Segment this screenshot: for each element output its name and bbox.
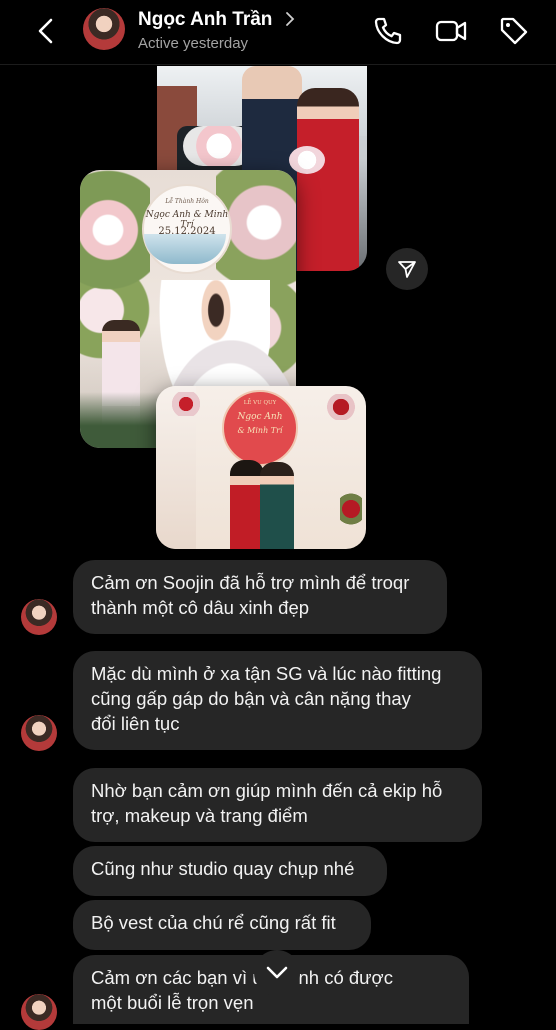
chevron-right-icon[interactable] [284,10,296,28]
phone-icon[interactable] [371,14,405,48]
message-bubble[interactable]: Cũng như studio quay chụp nhé [73,846,387,896]
message-bubble[interactable]: Cảm ơn Soojin đã hỗ trợ mình để troqr th… [73,560,447,634]
chat-header: Ngọc Anh Trần Active yesterday [0,0,556,65]
sender-avatar[interactable] [21,715,57,751]
message-bubble[interactable]: Bộ vest của chú rể cũng rất fit [73,900,371,950]
vu-quy-sign-line3: & Minh Trí [237,426,283,435]
tag-icon[interactable] [497,14,531,48]
share-button[interactable] [386,248,428,290]
wedding-photo-vu-quy[interactable]: LỄ VU QUY Ngọc Anh & Minh Trí [156,386,366,549]
ceremony-sign-line1: Lễ Thành Hôn [165,198,209,205]
contact-avatar[interactable] [83,8,125,50]
message-bubble[interactable]: Mặc dù mình ở xa tận SG và lúc nào fitti… [73,651,482,750]
vu-quy-sign-line1: LỄ VU QUY [243,400,277,406]
video-icon[interactable] [434,14,468,48]
message-bubble[interactable]: Nhờ bạn cảm ơn giúp mình đến cả ekip hỗ … [73,768,482,842]
contact-status: Active yesterday [138,35,249,52]
send-icon [398,261,416,278]
sender-avatar[interactable] [21,599,57,635]
vu-quy-sign-line2: Ngọc Anh [237,412,283,422]
scroll-to-bottom-button[interactable] [254,950,300,996]
contact-name[interactable]: Ngọc Anh Trần [138,9,272,31]
back-icon[interactable] [30,14,64,48]
chevron-down-icon [266,966,288,979]
sender-avatar[interactable] [21,994,57,1030]
